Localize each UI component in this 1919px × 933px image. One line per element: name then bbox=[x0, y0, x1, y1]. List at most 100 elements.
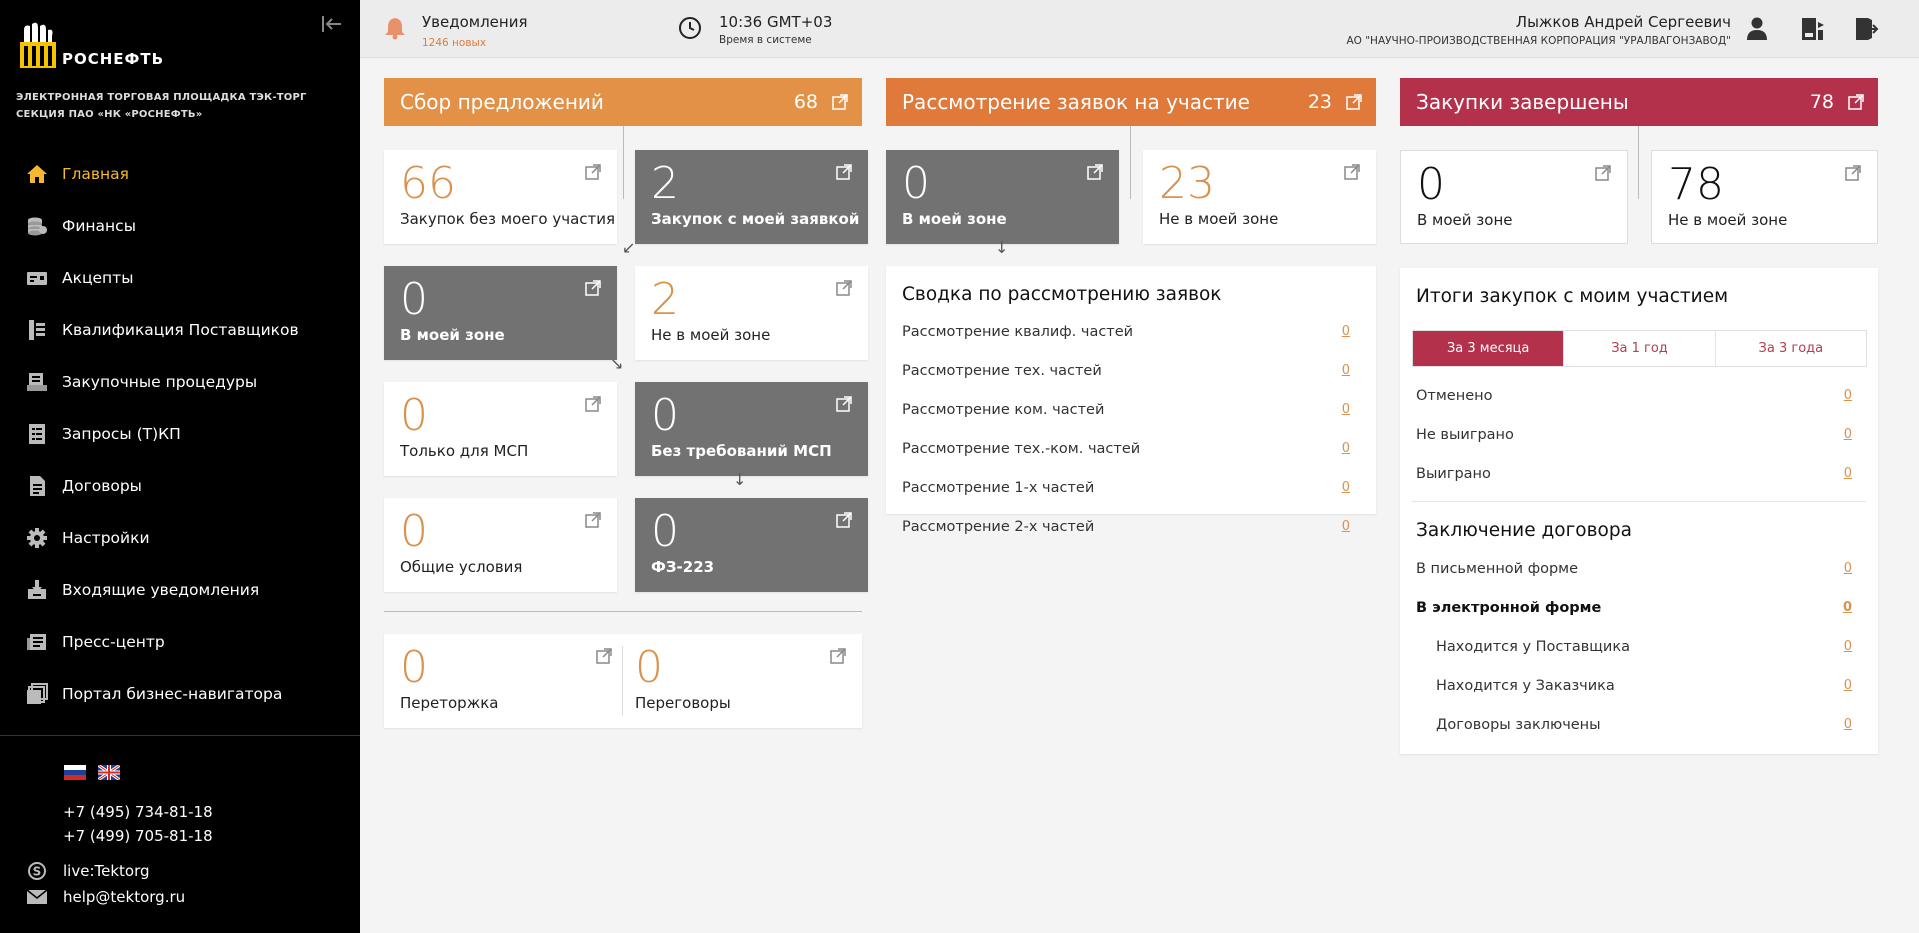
sidebar-item-procedures[interactable]: Закупочные процедуры bbox=[0, 356, 360, 408]
row-value-link[interactable]: 0 bbox=[1844, 427, 1852, 447]
row-value-link[interactable]: 0 bbox=[1342, 402, 1350, 422]
external-link-icon bbox=[836, 396, 852, 412]
card-no-sme-requirements[interactable]: 0 Без требований МСП bbox=[635, 382, 868, 476]
notifications-count[interactable]: 1246 новых bbox=[422, 37, 486, 49]
summary-row: Рассмотрение квалиф. частей 0 bbox=[902, 324, 1350, 344]
sidebar-item-home[interactable]: Главная bbox=[0, 148, 360, 200]
sidebar-item-requests[interactable]: Запросы (Т)КП bbox=[0, 408, 360, 460]
panel-title: Сводка по рассмотрению заявок bbox=[902, 284, 1222, 305]
row-label: Рассмотрение тех. частей bbox=[902, 363, 1102, 379]
collapse-icon bbox=[322, 16, 341, 32]
completed-card-in-my-zone[interactable]: 0 В моей зоне bbox=[1400, 150, 1628, 244]
contract-row: Договоры заключены 0 bbox=[1436, 717, 1852, 737]
row-value-link[interactable]: 0 bbox=[1342, 363, 1350, 383]
platform-tagline: ЭЛЕКТРОННАЯ ТОРГОВАЯ ПЛОЩАДКА ТЭК-ТОРГ С… bbox=[16, 89, 307, 123]
card-fz-223[interactable]: 0 ФЗ-223 bbox=[635, 498, 868, 592]
external-link-icon bbox=[585, 512, 601, 528]
external-link-icon bbox=[1087, 164, 1103, 180]
sidebar-item-press[interactable]: Пресс-центр bbox=[0, 616, 360, 668]
contracts-icon bbox=[24, 475, 50, 497]
card-label: Только для МСП bbox=[400, 442, 529, 460]
russian-flag-icon[interactable] bbox=[64, 765, 86, 780]
card-label: Закупок с моей заявкой bbox=[651, 210, 860, 228]
dashboard: Сбор предложений 68 66 Закупок без моего… bbox=[360, 58, 1919, 933]
row-value-link[interactable]: 0 bbox=[1844, 678, 1852, 698]
skype-icon: S bbox=[26, 861, 48, 881]
applications-review-header[interactable]: Рассмотрение заявок на участие 23 bbox=[886, 78, 1376, 126]
row-label: Договоры заключены bbox=[1436, 717, 1601, 733]
completed-card-not-in-my-zone[interactable]: 78 Не в моей зоне bbox=[1651, 150, 1878, 244]
collapse-sidebar-button[interactable] bbox=[318, 14, 346, 38]
row-value-link[interactable]: 0 bbox=[1342, 480, 1350, 500]
connector-line bbox=[1130, 126, 1131, 199]
row-value-link[interactable]: 0 bbox=[1342, 324, 1350, 344]
contract-row: В письменной форме 0 bbox=[1416, 561, 1852, 581]
card-label: Закупок без моего участия bbox=[400, 210, 616, 228]
row-value-link[interactable]: 0 bbox=[1843, 600, 1852, 620]
phone-numbers: +7 (495) 734-81-18 +7 (499) 705-81-18 bbox=[63, 800, 213, 848]
row-value-link[interactable]: 0 bbox=[1844, 717, 1852, 737]
tab-3-months[interactable]: За 3 месяца bbox=[1413, 331, 1565, 366]
svg-text:S: S bbox=[33, 865, 42, 879]
phone-2: +7 (499) 705-81-18 bbox=[63, 827, 213, 845]
result-row: Отменено 0 bbox=[1416, 388, 1852, 408]
top-header: Уведомления 1246 новых 10:36 GMT+03 Врем… bbox=[360, 0, 1919, 58]
card-with-my-application[interactable]: 2 Закупок с моей заявкой bbox=[635, 150, 868, 244]
rosneft-logo[interactable]: РОСНЕФТЬ bbox=[16, 20, 164, 70]
row-value-link[interactable]: 0 bbox=[1844, 388, 1852, 408]
row-label: Рассмотрение квалиф. частей bbox=[902, 324, 1134, 340]
skype-contact[interactable]: S live:Tektorg bbox=[26, 861, 150, 881]
card-number: 0 bbox=[651, 506, 679, 557]
external-link-icon bbox=[836, 512, 852, 528]
row-value-link[interactable]: 0 bbox=[1844, 466, 1852, 486]
external-link-icon bbox=[832, 94, 848, 110]
card-number: 0 bbox=[400, 642, 428, 693]
tagline-line-2: СЕКЦИЯ ПАО «НК «РОСНЕФТЬ» bbox=[16, 109, 203, 120]
qualification-icon bbox=[24, 319, 50, 341]
profile-icon[interactable] bbox=[1745, 16, 1769, 42]
row-label: Рассмотрение ком. частей bbox=[902, 402, 1105, 418]
review-card-in-my-zone[interactable]: 0 В моей зоне bbox=[886, 150, 1119, 244]
sidebar-item-settings[interactable]: Настройки bbox=[0, 512, 360, 564]
uk-flag-icon[interactable] bbox=[98, 765, 120, 780]
sidebar-item-portal[interactable]: Портал бизнес-навигатора bbox=[0, 668, 360, 720]
external-link-icon bbox=[1344, 164, 1360, 180]
notifications-title[interactable]: Уведомления bbox=[422, 13, 527, 31]
card-in-my-zone[interactable]: 0 В моей зоне bbox=[384, 266, 617, 360]
arrow-down-right-icon: ↘ bbox=[610, 354, 624, 373]
sidebar-item-label: Договоры bbox=[62, 477, 142, 495]
email-contact[interactable]: help@tektorg.ru bbox=[26, 888, 185, 906]
proposals-collection-header[interactable]: Сбор предложений 68 bbox=[384, 78, 862, 126]
review-card-not-in-my-zone[interactable]: 23 Не в моей зоне bbox=[1143, 150, 1376, 244]
sidebar-item-inbox[interactable]: Входящие уведомления bbox=[0, 564, 360, 616]
card-rebidding[interactable]: 0 Переторжка bbox=[384, 634, 622, 728]
sidebar-item-finance[interactable]: Финансы bbox=[0, 200, 360, 252]
external-link-icon bbox=[1346, 94, 1362, 110]
row-label: Находится у Поставщика bbox=[1436, 639, 1630, 655]
tab-1-year[interactable]: За 1 год bbox=[1564, 331, 1716, 366]
sidebar-item-label: Запросы (Т)КП bbox=[62, 425, 181, 443]
skype-label: live:Tektorg bbox=[63, 862, 150, 880]
card-not-in-my-zone[interactable]: 2 Не в моей зоне bbox=[635, 266, 868, 360]
tab-3-years[interactable]: За 3 года bbox=[1716, 331, 1866, 366]
switch-organization-icon[interactable] bbox=[1800, 16, 1826, 42]
row-value-link[interactable]: 0 bbox=[1342, 441, 1350, 461]
sidebar-item-accepts[interactable]: Акцепты bbox=[0, 252, 360, 304]
row-value-link[interactable]: 0 bbox=[1844, 639, 1852, 659]
bell-icon[interactable] bbox=[384, 16, 406, 40]
logout-icon[interactable] bbox=[1854, 16, 1880, 42]
sidebar-item-qualification[interactable]: Квалификация Поставщиков bbox=[0, 304, 360, 356]
sidebar-item-contracts[interactable]: Договоры bbox=[0, 460, 360, 512]
card-without-participation[interactable]: 66 Закупок без моего участия bbox=[384, 150, 617, 244]
card-general-conditions[interactable]: 0 Общие условия bbox=[384, 498, 617, 592]
row-value-link[interactable]: 0 bbox=[1342, 519, 1350, 539]
arrow-down-icon: ↓ bbox=[995, 238, 1009, 257]
card-negotiations[interactable]: 0 Переговоры bbox=[623, 634, 862, 728]
user-info: Лыжков Андрей Сергеевич АО "НАУЧНО-ПРОИЗ… bbox=[1346, 13, 1731, 47]
card-sme-only[interactable]: 0 Только для МСП bbox=[384, 382, 617, 476]
purchases-completed-header[interactable]: Закупки завершены 78 bbox=[1400, 78, 1878, 126]
row-value-link[interactable]: 0 bbox=[1844, 561, 1852, 581]
sidebar: РОСНЕФТЬ ЭЛЕКТРОННАЯ ТОРГОВАЯ ПЛОЩАДКА Т… bbox=[0, 0, 360, 933]
row-label: Рассмотрение тех.-ком. частей bbox=[902, 441, 1141, 457]
home-icon bbox=[24, 163, 50, 185]
